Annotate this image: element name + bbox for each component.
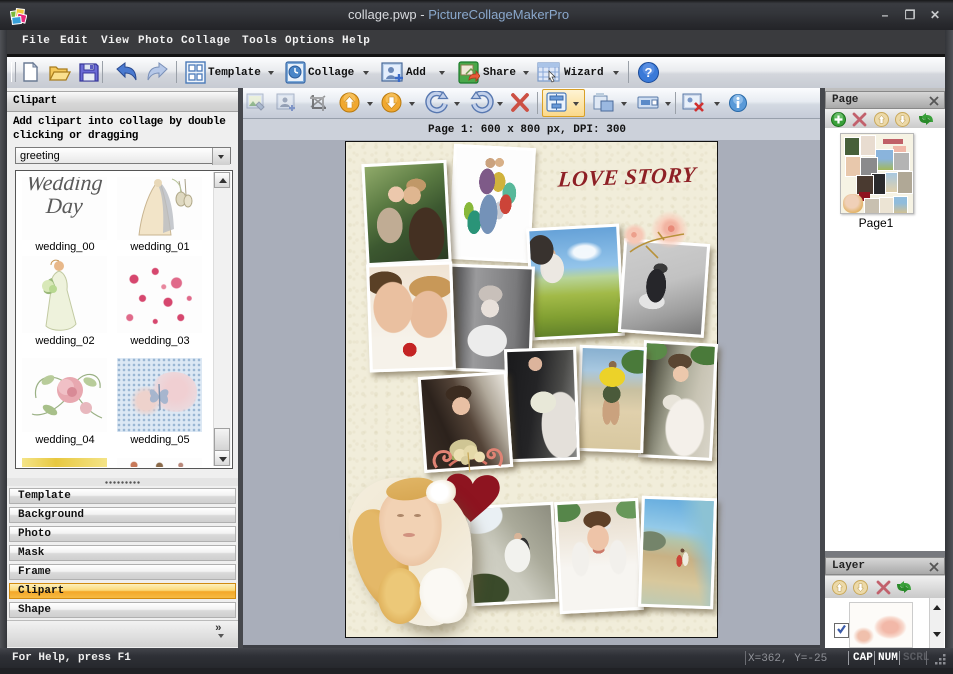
svg-text:?: ? [645,65,653,80]
